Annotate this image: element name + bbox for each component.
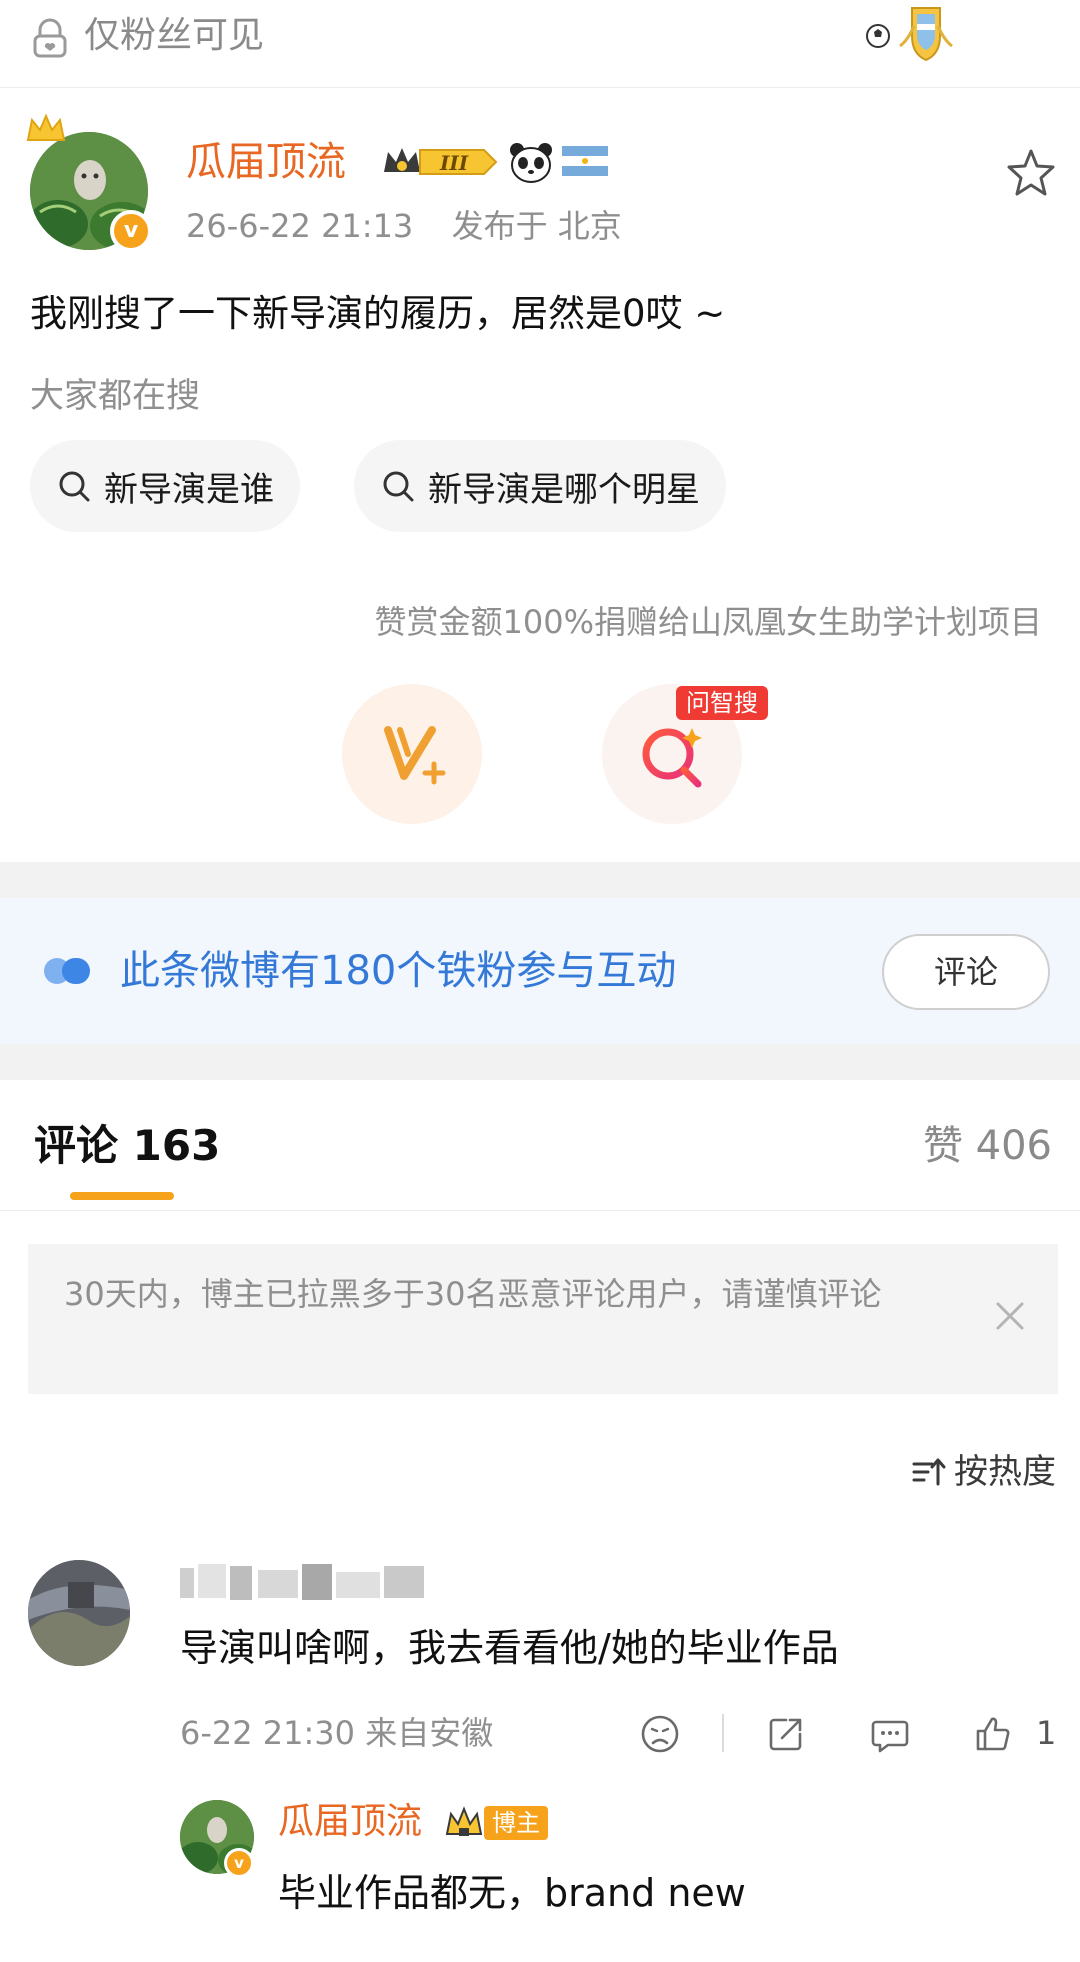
- search-chip-label: 新导演是哪个明星: [428, 469, 700, 510]
- commenter-avatar[interactable]: [28, 1560, 130, 1666]
- notice-text: 30天内，博主已拉黑多于30名恶意评论用户，请谨慎评论: [64, 1275, 882, 1313]
- action-separator: [722, 1714, 724, 1752]
- commenter-name-redacted[interactable]: [180, 1560, 430, 1606]
- section-divider: [0, 862, 1080, 898]
- donation-note: 赞赏金额100%捐赠给山凤凰女生助学计划项目: [374, 603, 1043, 641]
- share-icon[interactable]: [764, 1712, 808, 1756]
- search-icon: [383, 471, 414, 502]
- crown-icon: [26, 113, 66, 141]
- post-meta: 26-6-22 21:13 发布于 北京: [186, 204, 622, 248]
- like-thumb-icon[interactable]: [972, 1712, 1016, 1756]
- search-chip[interactable]: 新导演是谁: [30, 440, 300, 532]
- favorite-star-icon[interactable]: [1004, 146, 1058, 200]
- sort-icon: [912, 1458, 946, 1486]
- tab-likes[interactable]: 赞 406: [923, 1116, 1052, 1176]
- reply-icon[interactable]: [868, 1712, 912, 1756]
- sort-label: 按热度: [954, 1452, 1056, 1492]
- post-location: 发布于 北京: [451, 207, 622, 245]
- iron-fans-label: 此条微博有180个铁粉参与互动: [120, 948, 677, 994]
- author-name[interactable]: 瓜届顶流: [186, 136, 346, 188]
- active-tab-indicator: [70, 1192, 174, 1200]
- reply-text: 毕业作品都无，brand new: [278, 1871, 746, 1915]
- search-icon: [59, 471, 90, 502]
- dislike-face-icon[interactable]: [638, 1712, 682, 1756]
- fan-team-emblem-icon: [866, 7, 953, 62]
- comment-warning-notice: 30天内，博主已拉黑多于30名恶意评论用户，请谨慎评论: [28, 1244, 1058, 1394]
- fans-dots-icon: [44, 958, 90, 984]
- argentina-flag-icon: [562, 146, 608, 176]
- fan-level-badge-icon: III: [384, 148, 498, 175]
- reward-button[interactable]: [342, 684, 482, 824]
- comment-button[interactable]: 评论: [882, 934, 1050, 1010]
- ask-search-tag: 问智搜: [676, 686, 768, 720]
- search-chip[interactable]: 新导演是哪个明星: [354, 440, 726, 532]
- comment-meta: 6-22 21:30 来自安徽: [180, 1714, 494, 1752]
- visibility-label: 仅粉丝可见: [84, 15, 265, 56]
- iron-fans-banner: 此条微博有180个铁粉参与互动 评论: [0, 898, 1080, 1044]
- search-chip-label: 新导演是谁: [104, 469, 274, 510]
- tab-comments[interactable]: 评论 163: [34, 1116, 220, 1176]
- verified-badge-icon: v: [110, 210, 152, 252]
- fan-crown-icon: [445, 1806, 483, 1836]
- divider: [0, 1210, 1080, 1211]
- post-timestamp: 26-6-22 21:13: [186, 207, 414, 245]
- trending-searches-label: 大家都在搜: [30, 376, 200, 416]
- reward-v-plus-icon: [384, 726, 446, 785]
- post-body: 我刚搜了一下新导演的履历，居然是0哎 ~: [30, 292, 726, 335]
- comment-text: 导演叫啥啊，我去看看他/她的毕业作品: [180, 1626, 839, 1670]
- close-icon[interactable]: [988, 1294, 1032, 1338]
- svg-text:III: III: [439, 151, 469, 175]
- panda-icon: [510, 143, 552, 183]
- fans-only-lock-icon: [33, 18, 67, 58]
- reply-author-name[interactable]: 瓜届顶流: [278, 1798, 422, 1846]
- verified-badge-icon: v: [224, 1848, 254, 1878]
- visibility-bar: 仅粉丝可见: [0, 0, 1080, 88]
- section-divider: [0, 1044, 1080, 1080]
- blogger-tag: 博主: [484, 1806, 548, 1840]
- sort-by-hot-button[interactable]: 按热度: [910, 1448, 1056, 1496]
- comment-like-count: 1: [1036, 1714, 1057, 1752]
